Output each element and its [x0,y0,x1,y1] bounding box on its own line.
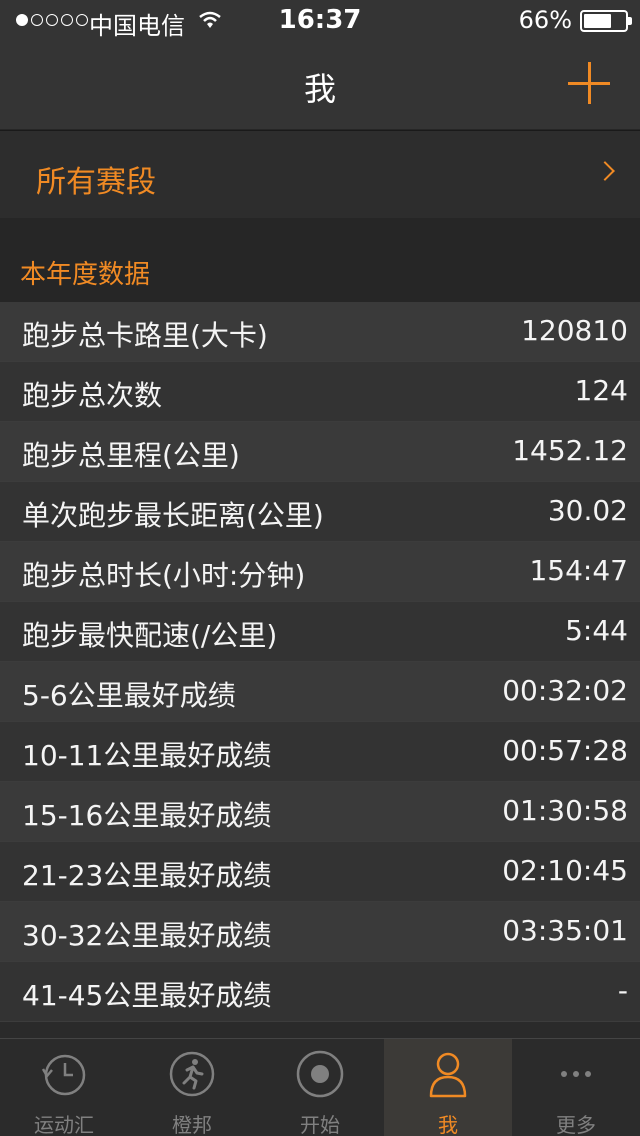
section-header: 本年度数据 [0,218,640,302]
stat-label: 跑步总里程(公里) [22,439,240,472]
stat-row-total-time: 跑步总时长(小时:分钟) 154:47 [0,542,640,602]
stat-value: 154:47 [529,554,628,587]
page-title: 我 [303,70,336,108]
stats-list: 跑步总卡路里(大卡) 120810 跑步总次数 124 跑步总里程(公里) 14… [0,302,640,1022]
section-title: 本年度数据 [20,260,151,290]
tab-bar: 运动汇 橙邦 开始 我 更多 [0,1038,640,1136]
stat-label: 跑步总次数 [22,379,163,412]
stat-label: 跑步总时长(小时:分钟) [22,559,306,592]
stat-value: 5:44 [565,614,628,647]
stat-label: 41-45公里最好成绩 [22,979,272,1012]
status-bar: 中国电信 16:37 66% [0,0,640,42]
runner-icon [169,1051,215,1097]
battery-icon [580,10,632,32]
stat-row-fastest-pace: 跑步最快配速(/公里) 5:44 [0,602,640,662]
stat-label: 5-6公里最好成绩 [22,679,236,712]
plus-icon[interactable] [568,62,610,104]
start-record-icon [296,1050,344,1098]
stat-label: 跑步最快配速(/公里) [22,619,278,652]
stat-value: 00:57:28 [502,734,628,767]
more-dots-icon [561,1071,591,1077]
stat-row-total-distance: 跑步总里程(公里) 1452.12 [0,422,640,482]
stat-row-best-10k: 10-11公里最好成绩 00:57:28 [0,722,640,782]
stat-row-best-15k: 15-16公里最好成绩 01:30:58 [0,782,640,842]
tab-label: 运动汇 [34,1113,94,1136]
tab-label: 橙邦 [172,1113,212,1136]
stat-label: 30-32公里最好成绩 [22,919,272,952]
stat-label: 跑步总卡路里(大卡) [22,319,268,352]
history-clock-icon [41,1054,86,1096]
stat-value: - [617,974,628,1007]
stat-row-run-count: 跑步总次数 124 [0,362,640,422]
tab-label: 开始 [300,1113,340,1136]
tab-label: 更多 [556,1113,596,1136]
stat-value: 02:10:45 [502,854,628,887]
stat-value: 00:32:02 [502,674,628,707]
stat-value: 120810 [521,314,628,347]
tab-label: 我 [438,1113,458,1136]
stat-value: 03:35:01 [502,914,628,947]
stat-label: 21-23公里最好成绩 [22,859,272,892]
stat-row-best-5k: 5-6公里最好成绩 00:32:02 [0,662,640,722]
chevron-right-icon [595,161,615,181]
tab-me[interactable]: 我 [384,1039,512,1136]
stat-row-best-30k: 30-32公里最好成绩 03:35:01 [0,902,640,962]
stat-value: 1452.12 [512,434,628,467]
stat-row-longest-run: 单次跑步最长距离(公里) 30.02 [0,482,640,542]
stat-value: 01:30:58 [502,794,628,827]
stat-value: 30.02 [547,494,628,527]
person-icon [429,1052,467,1098]
stat-row-best-full: 41-45公里最好成绩 - [0,962,640,1022]
stat-row-best-half: 21-23公里最好成绩 02:10:45 [0,842,640,902]
stat-value: 124 [574,374,628,407]
stat-label: 单次跑步最长距离(公里) [22,499,324,532]
all-races-label: 所有赛段 [36,165,156,200]
list-bottom-spacer [0,1022,640,1038]
stat-label: 15-16公里最好成绩 [22,799,272,832]
tab-orange-club[interactable]: 橙邦 [128,1039,256,1136]
tab-start[interactable]: 开始 [256,1039,384,1136]
tab-more[interactable]: 更多 [512,1039,640,1136]
tab-sports-feed[interactable]: 运动汇 [0,1039,128,1136]
battery-percent: 66% [518,6,572,34]
all-races-row[interactable]: 所有赛段 [0,131,640,218]
nav-bar: 我 [0,42,640,130]
stat-row-calories: 跑步总卡路里(大卡) 120810 [0,302,640,362]
stat-label: 10-11公里最好成绩 [22,739,272,772]
